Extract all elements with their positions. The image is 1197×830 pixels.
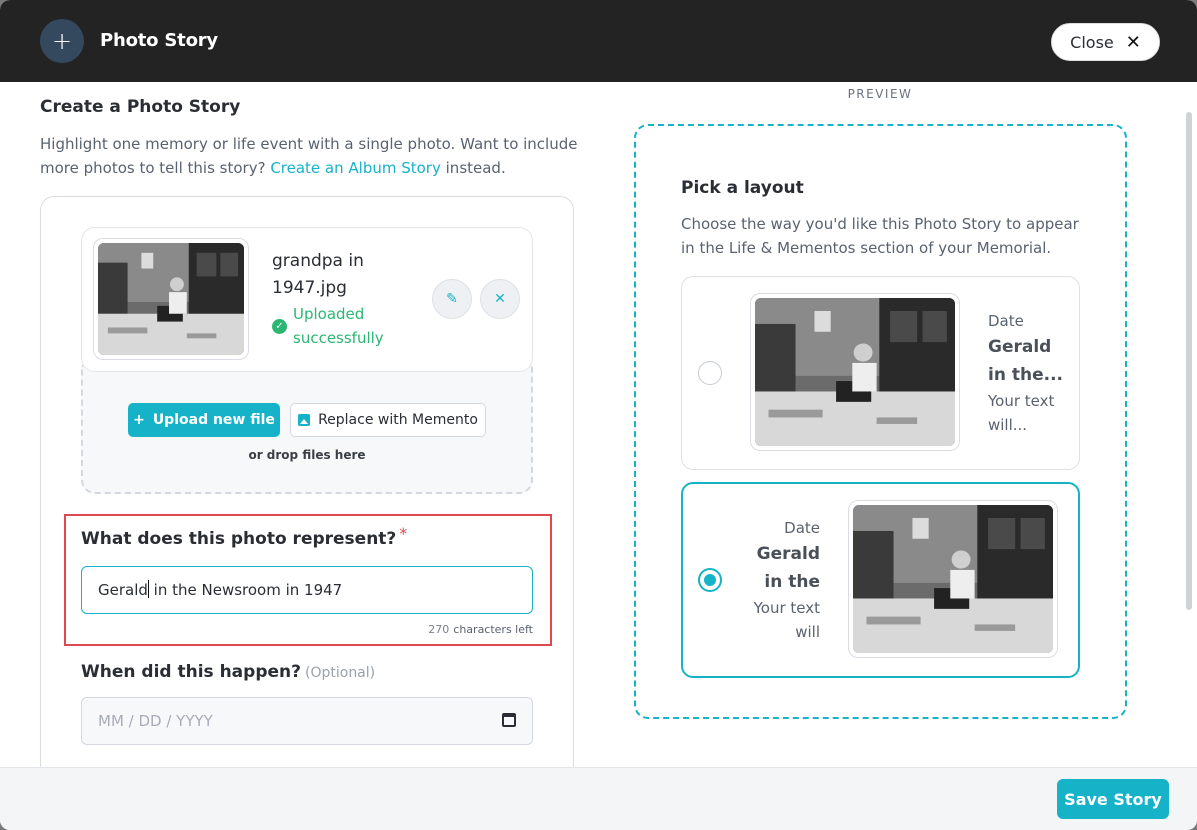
close-button[interactable]: Close ✕ — [1051, 23, 1160, 61]
check-circle-icon: ✓ — [272, 319, 287, 334]
photo-title-label: What does this photo represent? * — [81, 524, 408, 549]
layout-2-body: Your text will — [753, 599, 820, 641]
required-asterisk: * — [399, 524, 408, 543]
close-icon: ✕ — [1125, 31, 1141, 53]
close-label: Close — [1070, 32, 1114, 52]
file-thumbnail — [93, 238, 249, 360]
date-label: When did this happen? (Optional) — [81, 662, 376, 682]
layout-radio-1[interactable] — [698, 361, 722, 385]
modal-header: + Photo Story Close ✕ — [0, 0, 1197, 82]
remove-file-button[interactable]: ✕ — [480, 279, 520, 319]
photo-title-input[interactable]: Gerald in the Newsroom in 1947 — [81, 566, 533, 614]
calendar-icon[interactable] — [502, 713, 516, 727]
layout-2-date: Date — [784, 519, 820, 537]
characters-left-counter: 270 characters left — [428, 623, 533, 636]
scrollbar[interactable] — [1186, 112, 1192, 610]
drop-files-hint: or drop files here — [248, 448, 366, 462]
layout-1-title: Gerald in the... — [988, 337, 1063, 385]
layout-2-thumbnail — [848, 500, 1058, 658]
upload-status-text: Uploaded successfully — [293, 305, 384, 347]
layout-1-body: Your text will... — [988, 392, 1055, 434]
photo-story-modal: + Photo Story Close ✕ Create a Photo Sto… — [0, 0, 1197, 830]
modal-title: Photo Story — [100, 30, 218, 51]
save-story-button[interactable]: Save Story — [1057, 779, 1169, 819]
photo-image — [853, 505, 1053, 653]
layout-radio-2[interactable] — [698, 568, 722, 592]
file-name: grandpa in 1947.jpg — [272, 251, 364, 298]
create-album-story-link[interactable]: Create an Album Story — [270, 159, 441, 177]
modal-footer — [0, 767, 1197, 830]
preview-label: PREVIEW — [847, 87, 913, 101]
close-icon: ✕ — [494, 291, 506, 307]
upload-new-file-button[interactable]: + Upload new file — [128, 403, 280, 437]
date-input[interactable]: MM / DD / YYYY — [81, 697, 533, 745]
layout-2-title: Gerald in the — [756, 544, 820, 592]
edit-file-button[interactable]: ✎ — [432, 279, 472, 319]
layout-2-text: Date Gerald in the Your text will — [740, 516, 820, 644]
replace-with-memento-button[interactable]: Replace with Memento — [290, 403, 486, 437]
intro-text: Highlight one memory or life event with … — [40, 135, 578, 177]
upload-status: ✓ Uploaded successfully — [272, 302, 393, 350]
pencil-icon: ✎ — [446, 291, 458, 307]
photo-image — [98, 243, 244, 355]
photo-image — [755, 298, 955, 446]
layout-title: Pick a layout — [681, 178, 804, 198]
plus-icon: + — [40, 19, 84, 63]
layout-1-text: Date Gerald in the... Your text will... — [988, 309, 1068, 437]
layout-1-date: Date — [988, 312, 1024, 330]
layout-1-thumbnail — [750, 293, 960, 451]
image-icon — [298, 414, 311, 426]
layout-description: Choose the way you'd like this Photo Sto… — [681, 215, 1079, 257]
section-title: Create a Photo Story — [40, 97, 241, 117]
plus-icon: + — [133, 412, 145, 428]
